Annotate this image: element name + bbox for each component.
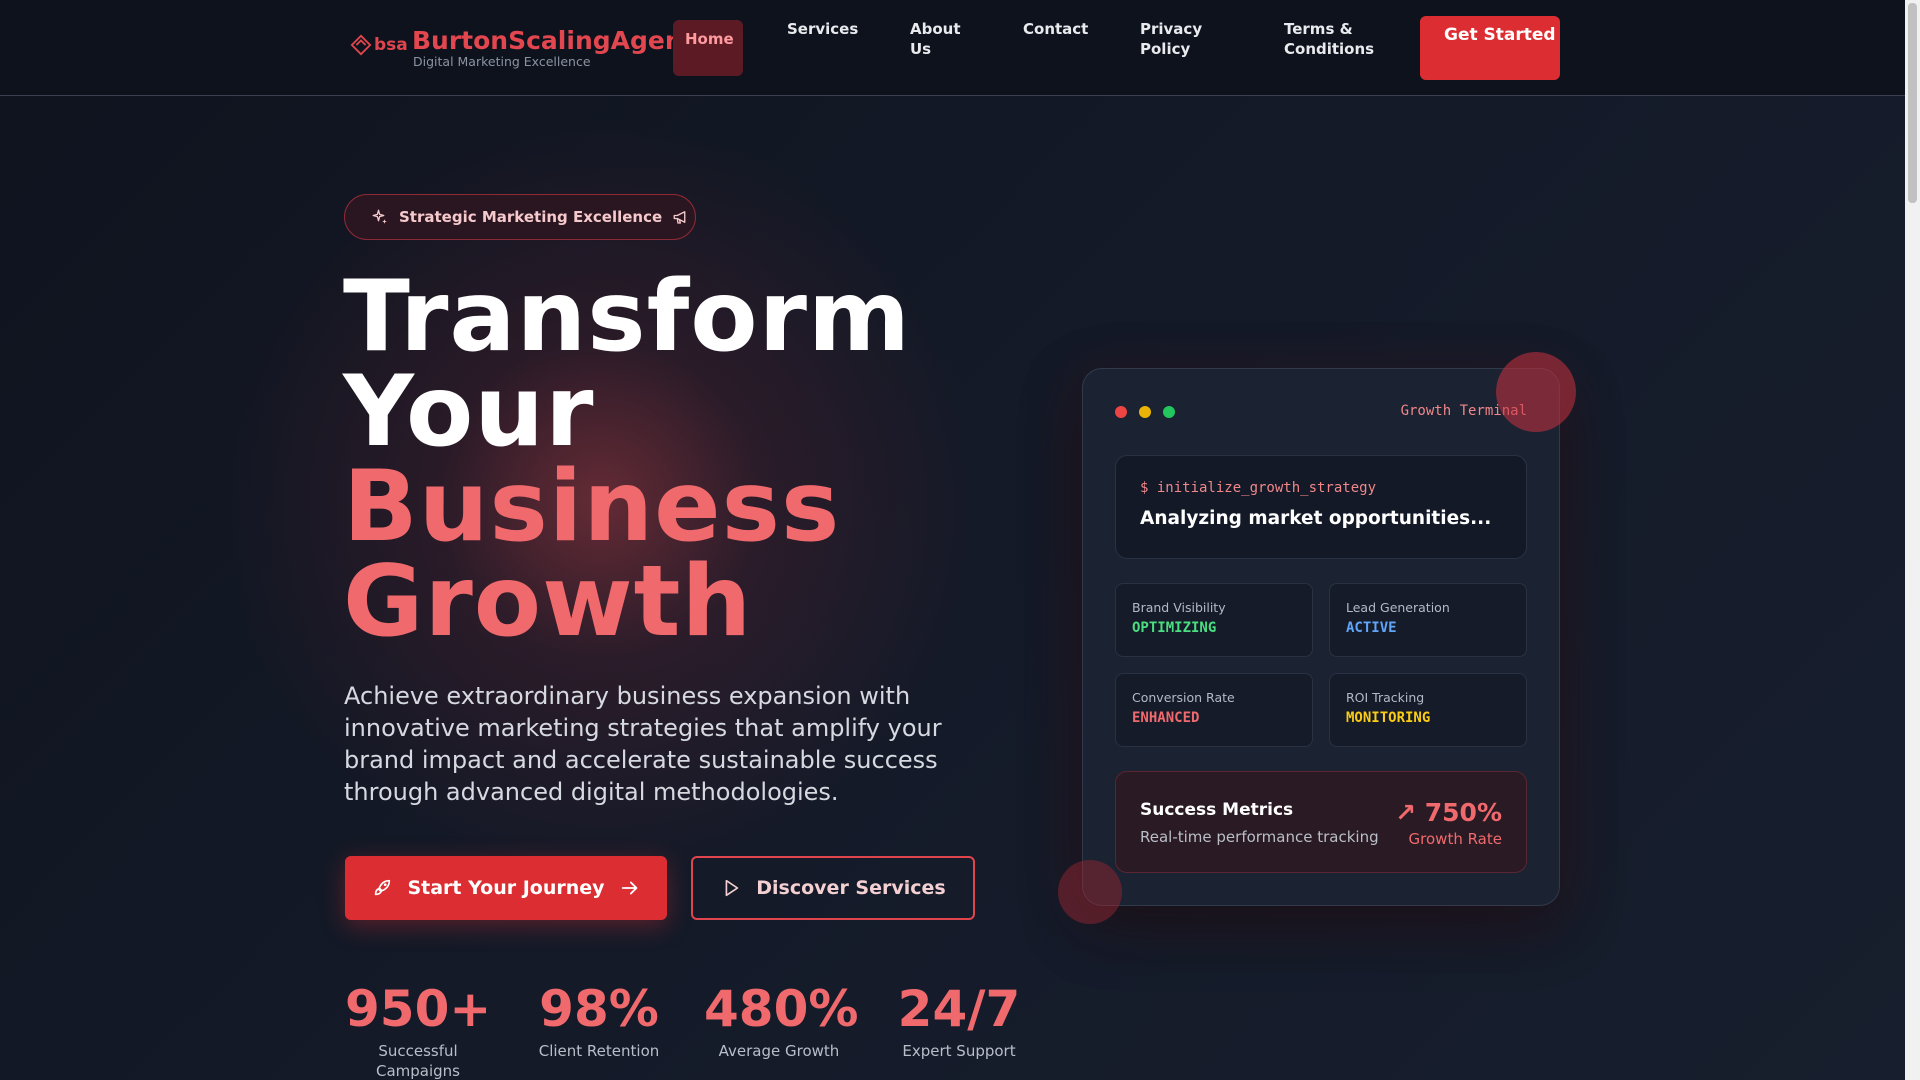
metric-card-roi-tracking: ROI Tracking MONITORING <box>1329 673 1527 747</box>
stat-label: Successful Campaigns <box>375 1042 460 1080</box>
hero-title-line-1: Transform <box>343 260 912 374</box>
command-output: Analyzing market opportunities... <box>1140 508 1492 529</box>
window-dot-red <box>1115 406 1127 418</box>
stat-value: 98% <box>539 980 659 1038</box>
stat-campaigns: 950+ Successful Campaigns <box>345 980 491 1080</box>
scrollbar-thumb[interactable] <box>1908 3 1917 203</box>
metric-status: MONITORING <box>1346 710 1431 726</box>
hero-description: Achieve extraordinary business expansion… <box>344 682 942 806</box>
window-dot-yellow <box>1139 406 1151 418</box>
metric-card-brand-visibility: Brand Visibility OPTIMIZING <box>1115 583 1313 657</box>
stat-value: 950+ <box>345 980 492 1038</box>
hero-title: Transform Your Business Growth <box>343 260 912 659</box>
metric-card-lead-generation: Lead Generation ACTIVE <box>1329 583 1527 657</box>
nav-home[interactable]: Home <box>673 20 743 76</box>
growth-rate-label: Growth Rate <box>1408 830 1502 848</box>
stat-label: Expert Support <box>902 1042 1016 1060</box>
metric-status: ENHANCED <box>1132 710 1200 726</box>
window-dot-green <box>1163 406 1175 418</box>
success-metrics-box: Success Metrics Real-time performance tr… <box>1115 771 1527 873</box>
play-icon <box>725 879 739 897</box>
start-journey-label: Start Your Journey <box>407 877 605 899</box>
metric-status: ACTIVE <box>1346 620 1397 636</box>
sparkles-icon <box>372 209 387 224</box>
nav-contact[interactable]: Contact <box>1023 19 1088 39</box>
command-line: $ initialize_growth_strategy <box>1140 480 1377 496</box>
diamond-logo-icon <box>350 34 372 56</box>
brand-tagline: Digital Marketing Excellence <box>413 54 591 69</box>
metric-card-conversion-rate: Conversion Rate ENHANCED <box>1115 673 1313 747</box>
stat-label: Average Growth <box>718 1042 840 1060</box>
hero-title-line-2: Your <box>343 355 595 469</box>
megaphone-icon <box>673 211 686 224</box>
hero-title-line-3: Business <box>343 450 841 564</box>
get-started-button[interactable]: Get Started <box>1420 16 1560 80</box>
stat-growth: 480% Average Growth <box>704 980 859 1061</box>
nav-privacy-policy[interactable]: Privacy Policy <box>1140 19 1210 59</box>
rocket-icon <box>375 879 391 896</box>
logo-text: bsa <box>374 35 408 55</box>
start-journey-button[interactable]: Start Your Journey <box>345 856 667 920</box>
stat-retention: 98% Client Retention <box>534 980 664 1061</box>
metric-status: OPTIMIZING <box>1132 620 1217 636</box>
command-box: $ initialize_growth_strategy Analyzing m… <box>1115 455 1527 559</box>
growth-rate-value: ↗ 750% <box>1395 798 1502 827</box>
growth-terminal-card: Growth Terminal $ initialize_growth_stra… <box>1082 368 1560 906</box>
arrow-right-icon <box>621 881 637 895</box>
stat-support: 24/7 Expert Support <box>894 980 1024 1061</box>
discover-services-button[interactable]: Discover Services <box>691 856 975 920</box>
metric-label: Lead Generation <box>1346 600 1450 615</box>
brand-name[interactable]: BurtonScalingAgency <box>412 26 714 55</box>
badge-label: Strategic Marketing Excellence <box>399 208 663 226</box>
metric-label: Brand Visibility <box>1132 600 1226 615</box>
nav-terms-conditions[interactable]: Terms & Conditions <box>1284 19 1384 59</box>
success-subtitle: Real-time performance tracking <box>1140 828 1379 846</box>
stat-value: 24/7 <box>897 980 1021 1038</box>
stat-label: Client Retention <box>538 1042 660 1060</box>
decorative-circle <box>1496 352 1576 432</box>
nav-about-us[interactable]: About Us <box>910 19 970 59</box>
metric-label: ROI Tracking <box>1346 690 1425 705</box>
nav-services[interactable]: Services <box>787 19 858 39</box>
hero-title-line-4: Growth <box>343 545 753 659</box>
metric-label: Conversion Rate <box>1132 690 1235 705</box>
site-header: bsa BurtonScalingAgency Digital Marketin… <box>0 0 1905 96</box>
stat-value: 480% <box>704 980 859 1038</box>
logo[interactable]: bsa <box>350 34 408 56</box>
scrollbar[interactable] <box>1905 0 1920 1080</box>
discover-services-label: Discover Services <box>756 877 946 899</box>
decorative-circle <box>1058 860 1122 924</box>
hero-badge: Strategic Marketing Excellence <box>344 194 696 240</box>
success-title: Success Metrics <box>1140 800 1294 820</box>
